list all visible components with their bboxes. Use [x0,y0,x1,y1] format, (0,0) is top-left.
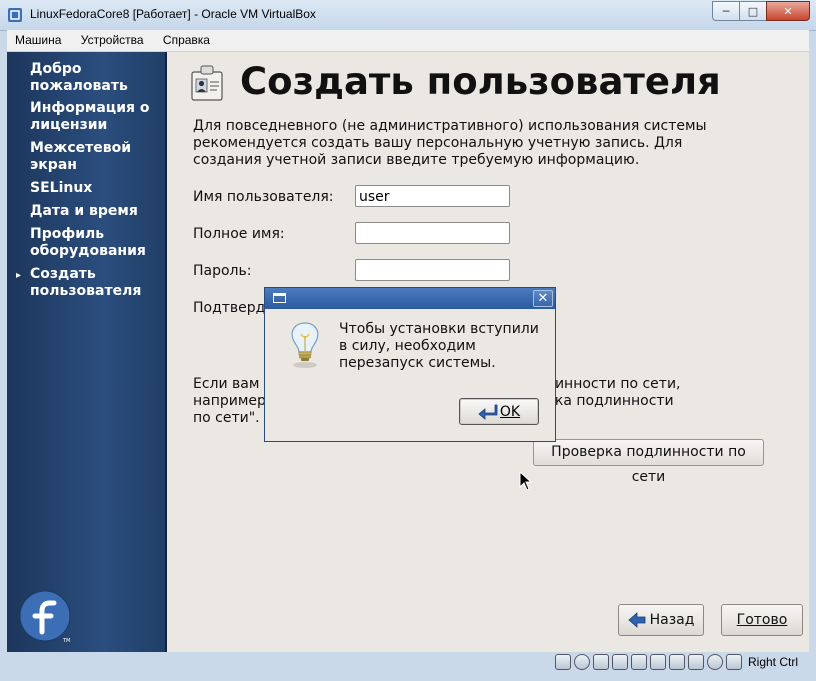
mouse-cursor-icon [519,471,533,491]
menubar: Машина Устройства Справка [7,30,809,52]
sidebar-item-datetime: Дата и время [30,203,138,219]
dialog-message: Чтобы установки вступили в силу, необход… [339,321,539,371]
username-field[interactable]: user [355,185,510,207]
guest-screen[interactable]: Добро пожаловать Информация о лицензии М… [7,52,809,652]
sidebar-item-license: Информация о лицензии [30,100,150,133]
close-icon: ✕ [783,4,793,18]
close-button[interactable]: ✕ [766,1,810,21]
close-icon: ✕ [537,291,549,306]
virtualbox-icon [8,8,22,22]
ok-button-label: OK [499,403,521,420]
finish-button-label: Готово [736,612,788,628]
sidebar-item-create-user: Создать пользователя [30,266,142,299]
minimize-button[interactable]: ─ [712,1,740,21]
firstboot-sidebar: Добро пожаловать Информация о лицензии М… [7,52,167,652]
svg-text:TM: TM [62,638,70,644]
sidebar-item-hardware: Профиль оборудования [30,226,146,259]
video-capture-icon[interactable] [668,654,685,670]
password-field[interactable] [355,259,510,281]
maximize-button[interactable]: □ [739,1,767,21]
finish-button[interactable]: Готово [721,604,803,636]
network-icon[interactable] [630,654,647,670]
window-icon [273,293,286,303]
current-step-arrow-icon: ▸ [16,270,22,281]
display-icon[interactable] [649,654,666,670]
sidebar-item-welcome: Добро пожаловать [30,61,128,94]
optical-drive-icon[interactable] [573,654,590,670]
confirm-label: Подтверд [193,300,266,316]
minimize-icon: ─ [722,4,730,18]
window-titlebar: LinuxFedoraCore8 [Работает] - Oracle VM … [0,0,816,31]
back-button[interactable]: Назад [618,604,704,636]
sidebar-item-selinux: SELinux [30,180,93,196]
sidebar-item-firewall: Межсетевой экран [30,140,132,173]
password-label: Пароль: [193,263,252,279]
host-key-label: Right Ctrl [747,655,798,669]
network-auth-text-right: линности по сети, рка подлинности [546,376,681,409]
maximize-icon: □ [747,4,759,18]
lightbulb-icon [291,322,319,368]
network-auth-button[interactable]: Проверка подлинности по сети [533,439,764,485]
window-title: LinuxFedoraCore8 [Работает] - Oracle VM … [30,7,316,21]
ok-button[interactable]: OK [459,398,539,425]
arrow-left-icon [627,612,645,628]
fedora-logo: TM [19,590,71,644]
page-title: Создать пользователя [240,60,721,103]
menu-machine[interactable]: Машина [7,30,69,47]
keyboard-capture-icon[interactable] [725,654,742,670]
sidebar-separator [165,52,167,652]
back-button-label: Назад [649,612,695,628]
dialog-close-button[interactable]: ✕ [533,290,553,307]
fullname-label: Полное имя: [193,226,285,242]
fullname-field[interactable] [355,222,510,244]
mouse-integration-icon[interactable] [706,654,723,670]
cpu-icon[interactable] [687,654,704,670]
intro-text: Для повседневного (не административного)… [193,118,707,168]
statusbar: Right Ctrl [0,652,816,681]
restart-dialog: ✕ Чтобы установки вступили в силу, необх… [264,287,556,442]
menu-help[interactable]: Справка [155,30,218,47]
menu-devices[interactable]: Устройства [73,30,152,47]
enter-arrow-icon [478,404,498,420]
shared-folders-icon[interactable] [611,654,628,670]
username-label: Имя пользователя: [193,189,334,205]
dialog-titlebar: ✕ [265,288,555,309]
user-card-icon [191,65,223,101]
usb-icon[interactable] [592,654,609,670]
hard-disk-icon[interactable] [554,654,571,670]
